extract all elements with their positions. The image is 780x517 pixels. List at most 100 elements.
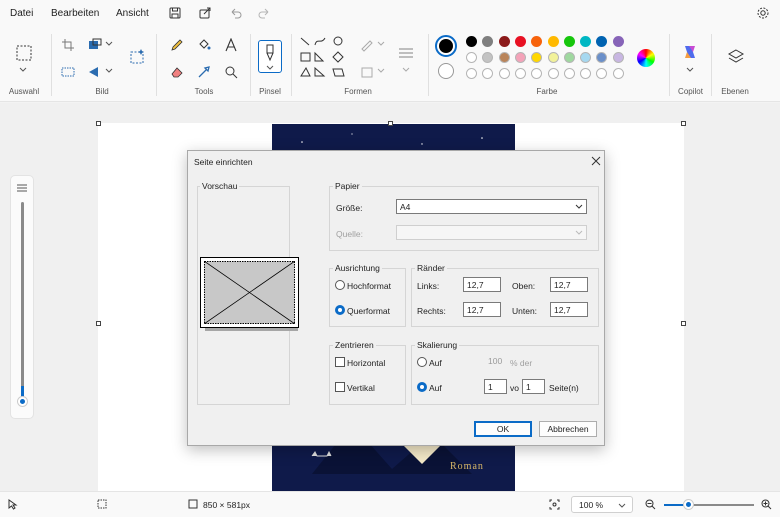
palette-color-swatch[interactable]: [612, 36, 624, 47]
palette-color-swatch[interactable]: [563, 36, 575, 47]
cancel-button[interactable]: Abbrechen: [539, 421, 597, 437]
outline-icon[interactable]: [360, 38, 374, 52]
palette-color-swatch[interactable]: [547, 52, 559, 63]
palette-color-swatch[interactable]: [563, 52, 575, 63]
margin-top-input[interactable]: 12,7: [550, 277, 588, 292]
select-rectangle-icon[interactable]: [15, 44, 33, 62]
palette-color-swatch[interactable]: [531, 52, 543, 63]
brush-size-slider[interactable]: [10, 175, 34, 419]
fit-pages-tall-input[interactable]: 1: [522, 379, 545, 394]
palette-color-swatch[interactable]: [612, 52, 624, 63]
palette-color-swatch[interactable]: [498, 36, 510, 47]
redo-icon[interactable]: [257, 6, 271, 20]
chevron-down-icon[interactable]: [377, 40, 385, 48]
fill-bucket-icon[interactable]: [197, 38, 211, 52]
secondary-color-swatch[interactable]: [438, 63, 454, 79]
scale-fit-radio[interactable]: [417, 382, 427, 392]
ok-button[interactable]: OK: [474, 421, 532, 437]
custom-color-slot[interactable]: [482, 68, 494, 79]
magnifier-icon[interactable]: [224, 65, 238, 79]
custom-color-slot[interactable]: [563, 68, 575, 79]
close-icon[interactable]: [591, 156, 601, 166]
primary-color-swatch[interactable]: [435, 35, 457, 57]
paper-size-select[interactable]: A4: [396, 199, 587, 214]
palette-color-swatch[interactable]: [514, 36, 526, 47]
slider-thumb[interactable]: [18, 397, 27, 406]
scale-percent-input[interactable]: 100: [484, 353, 507, 368]
chevron-down-icon[interactable]: [402, 66, 410, 74]
zoom-in-icon[interactable]: [761, 499, 772, 510]
chevron-down-icon[interactable]: [686, 66, 694, 74]
zoom-slider-thumb[interactable]: [683, 500, 693, 509]
text-icon[interactable]: [224, 38, 238, 52]
custom-color-slot[interactable]: [596, 68, 608, 79]
preview-label: Vorschau: [200, 181, 240, 191]
crop-icon[interactable]: [61, 38, 75, 52]
palette-color-swatch[interactable]: [514, 52, 526, 63]
color-picker-icon[interactable]: [197, 65, 211, 79]
palette-color-swatch[interactable]: [547, 36, 559, 47]
resize-handle[interactable]: [388, 121, 393, 126]
fill-icon[interactable]: [360, 65, 374, 79]
resize-handle[interactable]: [681, 121, 686, 126]
share-icon[interactable]: [198, 6, 212, 20]
chevron-down-icon[interactable]: [19, 66, 27, 74]
margin-bottom-input[interactable]: 12,7: [550, 302, 588, 317]
custom-color-slot[interactable]: [514, 68, 526, 79]
stroke-size-icon[interactable]: [397, 44, 415, 62]
palette-color-swatch[interactable]: [482, 52, 494, 63]
zoom-select[interactable]: 100 %: [571, 496, 633, 513]
resize-handle[interactable]: [681, 321, 686, 326]
menu-edit[interactable]: Bearbeiten: [51, 8, 99, 19]
center-vertical-checkbox[interactable]: [335, 382, 345, 392]
palette-color-swatch[interactable]: [596, 52, 608, 63]
palette-color-swatch[interactable]: [498, 52, 510, 63]
chevron-down-icon[interactable]: [105, 40, 113, 48]
shapes-gallery[interactable]: [299, 36, 349, 82]
flip-icon[interactable]: [88, 65, 102, 79]
copilot-icon[interactable]: [681, 43, 699, 61]
palette-color-swatch[interactable]: [466, 52, 477, 63]
portrait-radio[interactable]: [335, 280, 345, 290]
custom-color-slot[interactable]: [580, 68, 592, 79]
zoom-out-icon[interactable]: [645, 499, 656, 510]
layers-icon[interactable]: [727, 48, 745, 66]
chevron-down-icon[interactable]: [377, 67, 385, 75]
pencil-icon[interactable]: [170, 38, 184, 52]
image-creator-icon[interactable]: [129, 48, 147, 66]
palette-color-swatch[interactable]: [580, 52, 592, 63]
eraser-icon[interactable]: [170, 65, 184, 79]
palette-color-swatch[interactable]: [596, 36, 608, 47]
menu-file[interactable]: Datei: [10, 8, 33, 19]
palette-color-swatch[interactable]: [466, 36, 477, 47]
resize-handle[interactable]: [96, 321, 101, 326]
save-icon[interactable]: [168, 6, 182, 20]
edit-colors-icon[interactable]: [637, 49, 655, 67]
palette-color-swatch[interactable]: [531, 36, 543, 47]
palette-color-swatch[interactable]: [580, 36, 592, 47]
custom-color-slot[interactable]: [498, 68, 510, 79]
undo-icon[interactable]: [229, 6, 243, 20]
paper-source-select[interactable]: [396, 225, 587, 240]
custom-color-slot[interactable]: [547, 68, 559, 79]
scale-adjust-radio[interactable]: [417, 357, 427, 367]
settings-gear-icon[interactable]: [756, 6, 770, 20]
custom-color-slot[interactable]: [531, 68, 543, 79]
resize-icon[interactable]: [88, 38, 102, 52]
image-bg-icon[interactable]: [61, 65, 75, 79]
fit-to-window-icon[interactable]: [549, 499, 560, 510]
center-horizontal-checkbox[interactable]: [335, 357, 345, 367]
chevron-down-icon[interactable]: [105, 67, 113, 75]
margin-right-input[interactable]: 12,7: [463, 302, 501, 317]
page-setup-dialog: Seite einrichten Vorschau Papier Größe: …: [187, 150, 605, 446]
margin-left-input[interactable]: 12,7: [463, 277, 501, 292]
landscape-radio[interactable]: [335, 305, 345, 315]
custom-color-slot[interactable]: [612, 68, 624, 79]
menu-view[interactable]: Ansicht: [116, 8, 149, 19]
custom-color-slot[interactable]: [466, 68, 477, 79]
brush-button[interactable]: [258, 40, 282, 73]
resize-handle[interactable]: [96, 121, 101, 126]
preview-content: [204, 261, 295, 324]
fit-pages-wide-input[interactable]: 1: [484, 379, 507, 394]
palette-color-swatch[interactable]: [482, 36, 494, 47]
